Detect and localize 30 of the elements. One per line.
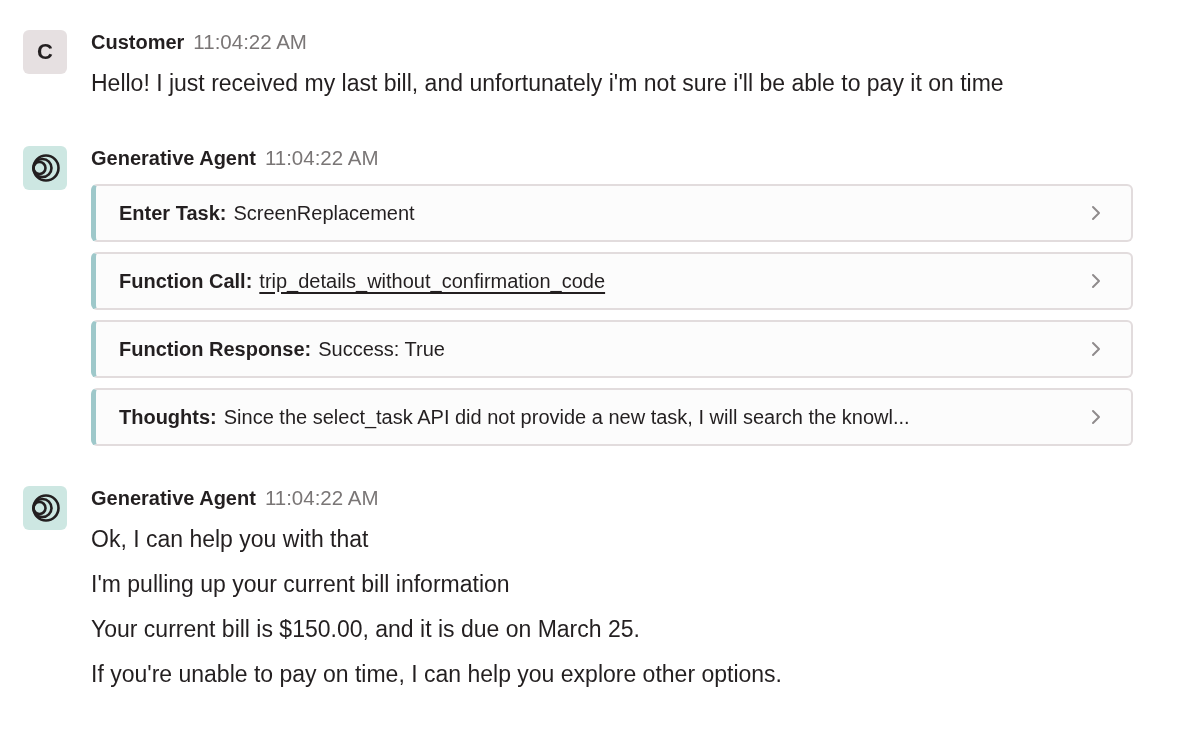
step-label: Function Response: — [119, 337, 312, 361]
logo-icon — [23, 486, 67, 530]
message-text: Ok, I can help you with that — [91, 525, 370, 554]
sender-name: Customer — [91, 30, 185, 54]
message-text: Hello! I just received my last bill, and unfortunately i'm not sure i'll be able to pay it on time — [91, 69, 1005, 98]
function-link[interactable]: trip_details_without_confirmation_code — [259, 269, 606, 293]
step-card[interactable]: Function Response: Success: True — [91, 320, 1133, 378]
message-text: If you're unable to pay on time, I can help you explore other options. — [91, 660, 783, 689]
chevron-icon[interactable] — [1091, 341, 1101, 357]
avatar: C — [23, 30, 67, 74]
logo-icon — [23, 146, 67, 190]
step-card[interactable]: Thoughts: Since the select_task API did not provide a new task, I will search the knowl... — [91, 388, 1133, 446]
step-value: ScreenReplacement — [233, 201, 415, 225]
step-label: Thoughts: — [119, 405, 217, 429]
chevron-icon[interactable] — [1091, 205, 1101, 221]
step-label: Function Call: — [119, 269, 253, 293]
timestamp: 11:04:22 AM — [193, 30, 307, 54]
step-value: Success: True — [318, 337, 445, 361]
chevron-icon[interactable] — [1091, 409, 1101, 425]
timestamp: 11:04:22 AM — [264, 486, 379, 510]
step-label: Enter Task: — [119, 201, 227, 225]
step-value: Since the select_task API did not provide a new task, I will search the knowl... — [223, 405, 910, 429]
sender-name: Generative Agent — [91, 486, 256, 510]
message-text: Your current bill is $150.00, and it is due on March 25. — [91, 615, 641, 644]
chevron-icon[interactable] — [1091, 273, 1101, 289]
message-text: I'm pulling up your current bill information — [91, 570, 511, 599]
step-card[interactable]: Function Call: trip_details_without_confirmation_code — [91, 252, 1133, 310]
sender-name: Generative Agent — [91, 146, 256, 170]
step-card[interactable]: Enter Task: ScreenReplacement — [91, 184, 1133, 242]
timestamp: 11:04:22 AM — [264, 146, 379, 170]
